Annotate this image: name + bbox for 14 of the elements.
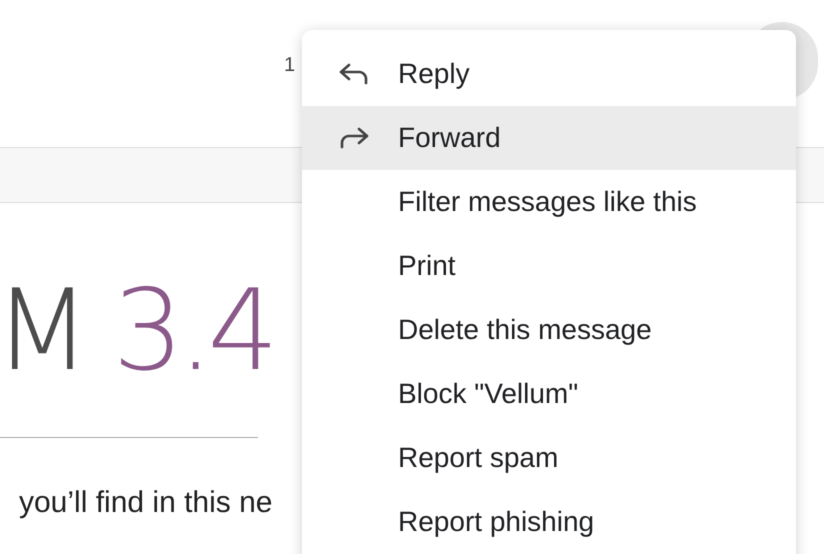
body-text: you’ll find in this ne xyxy=(19,485,272,521)
menu-item[interactable]: Filter messages like this xyxy=(302,170,796,234)
menu-item[interactable]: Report phishing xyxy=(302,490,796,554)
version-number: 3.4 xyxy=(112,275,273,387)
forward-icon xyxy=(339,127,369,149)
menu-item[interactable]: Print xyxy=(302,234,796,298)
headline-text: M xyxy=(0,275,91,387)
menu-item[interactable]: Reply xyxy=(302,42,796,106)
date-text: 1 xyxy=(284,53,296,78)
menu-item[interactable]: Report spam xyxy=(302,426,796,490)
menu-item[interactable]: Delete this message xyxy=(302,298,796,362)
reply-icon xyxy=(339,63,369,85)
menu-item[interactable]: Forward xyxy=(302,106,796,170)
menu-item[interactable]: Block "Vellum" xyxy=(302,362,796,426)
